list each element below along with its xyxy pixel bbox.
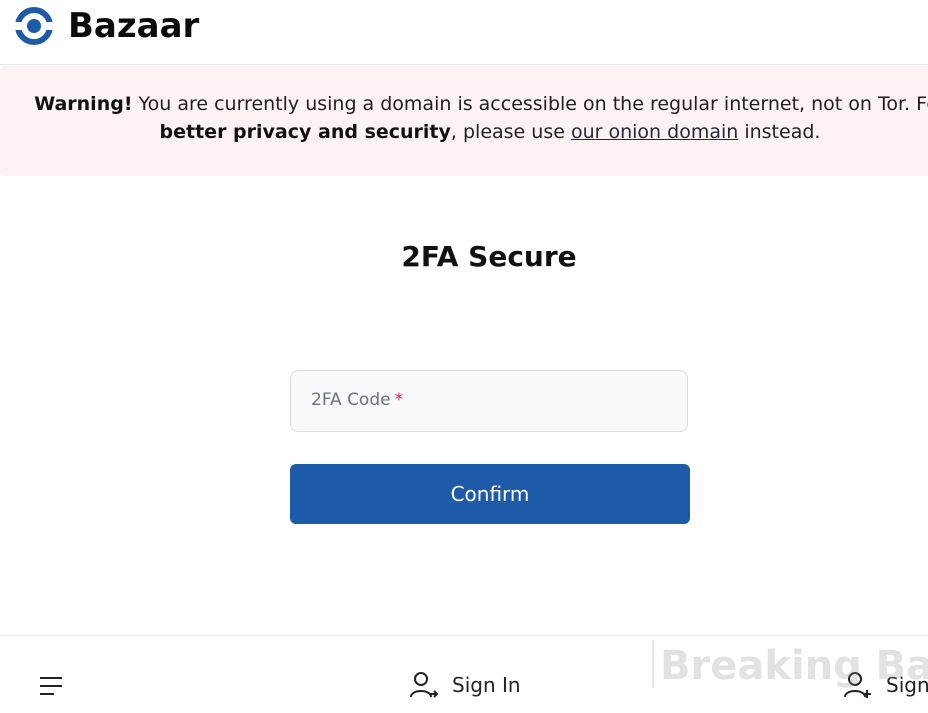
top-header: Bazaar [0,0,928,65]
2fa-code-input[interactable] [291,371,687,431]
warning-message: Warning! You are currently using a domai… [20,90,928,146]
sign-in-label: Sign In [452,673,521,697]
bottom-nav: Sign In Sign [0,635,928,713]
2fa-code-field[interactable]: 2FA Code* [290,370,688,432]
confirm-button[interactable]: Confirm [290,464,690,524]
sign-up-button[interactable]: Sign [842,669,928,701]
brand-name: Bazaar [68,6,199,46]
hamburger-menu-icon[interactable] [40,677,64,697]
warning-emphasis: better privacy and security [160,121,451,143]
warning-text-3: instead. [738,121,820,143]
user-plus-icon [842,669,874,701]
sign-in-button[interactable]: Sign In [408,669,521,701]
warning-label: Warning! [34,93,132,115]
bazaar-logo-icon [14,6,54,46]
warning-text-2: , please use [451,121,571,143]
sign-up-label: Sign [886,673,928,697]
onion-domain-link[interactable]: our onion domain [571,121,738,143]
user-arrow-icon [408,669,440,701]
page-title: 2FA Secure [0,240,928,273]
brand-logo[interactable]: Bazaar [14,6,199,46]
warning-text-1: You are currently using a domain is acce… [133,93,928,115]
domain-warning-banner: Warning! You are currently using a domai… [0,66,928,176]
